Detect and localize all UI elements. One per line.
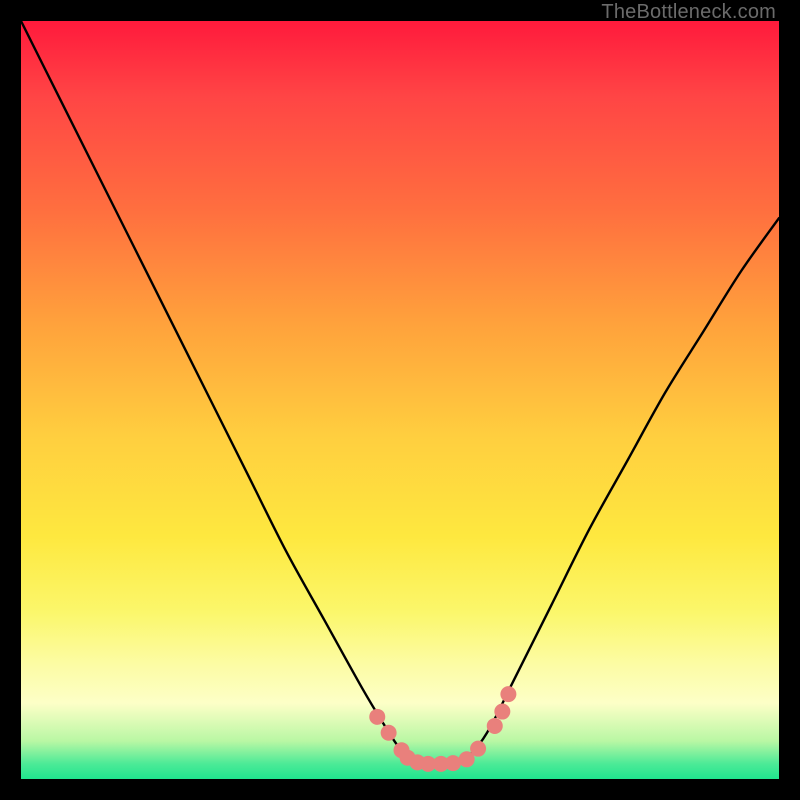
curve-markers [369,686,516,772]
bottleneck-curve [21,21,779,764]
plot-area [21,21,779,779]
curve-marker [487,718,503,734]
curve-marker [494,704,510,720]
curve-marker [470,741,486,757]
curve-marker [381,725,397,741]
chart-frame: TheBottleneck.com [0,0,800,800]
curve-marker [500,686,516,702]
curve-marker [445,755,461,771]
curve-marker [369,709,385,725]
bottleneck-curve-path [21,21,779,764]
attribution-label: TheBottleneck.com [601,1,776,24]
curve-layer [21,21,779,779]
